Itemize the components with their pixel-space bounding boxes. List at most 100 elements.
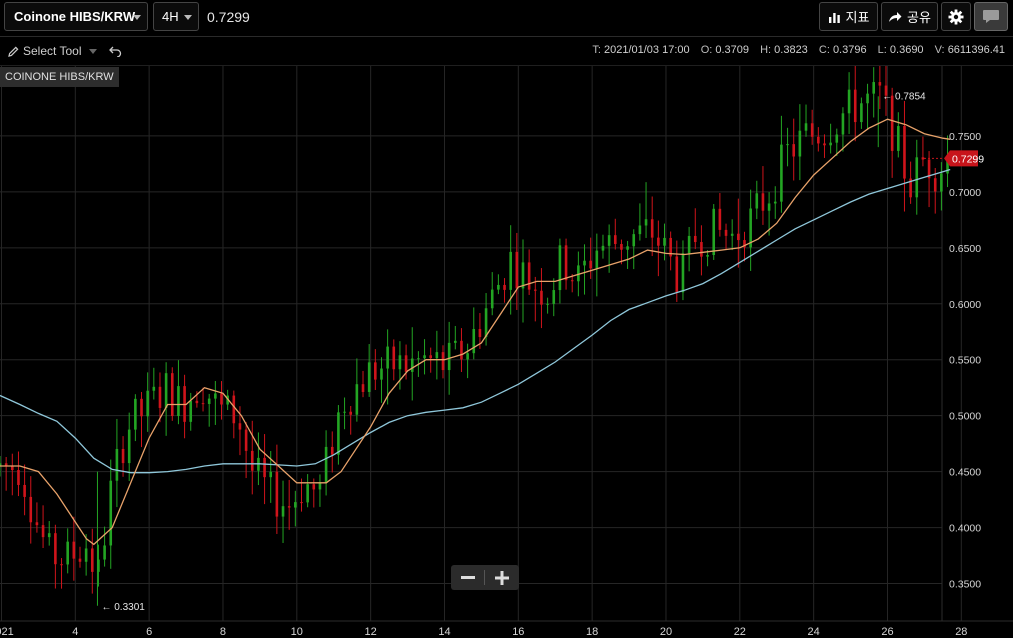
undo-icon[interactable] — [109, 45, 122, 57]
price-annotation: ← 0.7854 — [882, 91, 926, 102]
candle-body — [330, 446, 334, 455]
x-tick-label: 8 — [220, 626, 226, 638]
candle-body — [755, 193, 759, 209]
ohlc-l-value: 0.3690 — [889, 44, 924, 56]
last-price: 0.7299 — [207, 9, 250, 25]
candle-body — [712, 208, 716, 256]
candle-body — [823, 143, 826, 146]
candle-body — [915, 157, 919, 198]
candle-body — [533, 289, 537, 291]
candle-body — [786, 144, 789, 146]
x-tick-label: 28 — [955, 626, 967, 638]
candle-body — [54, 533, 57, 565]
candle-body — [540, 290, 543, 305]
candle-body — [78, 558, 82, 562]
y-tick-label: 0.5500 — [949, 355, 981, 367]
candle-body — [829, 142, 832, 146]
candle-body — [404, 355, 408, 372]
ohlc-o-label: O: — [700, 44, 713, 56]
minus-icon — [460, 575, 475, 579]
candle-body — [220, 393, 223, 405]
candle-body — [940, 173, 943, 192]
candle-body — [392, 346, 396, 370]
candle-body — [158, 386, 162, 408]
top-toolbar: Coinone HIBS/KRW 4H 0.7299 지표 공유 — [0, 0, 1013, 37]
x-tick-label: 12 — [365, 626, 377, 638]
candle-body — [687, 235, 691, 254]
chevron-down-icon — [184, 15, 192, 20]
share-button[interactable]: 공유 — [881, 2, 938, 31]
candle-body — [41, 525, 45, 538]
candle-body — [300, 502, 303, 504]
pencil-icon — [8, 46, 19, 57]
candle-body — [367, 362, 371, 392]
y-tick-label: 0.7000 — [949, 187, 981, 199]
candle-body — [47, 533, 51, 538]
series-legend-tag: COINONE HIBS/KRW — [0, 67, 119, 87]
candle-body — [620, 244, 623, 250]
candle-body — [872, 82, 876, 94]
indicators-button[interactable]: 지표 — [819, 2, 878, 31]
candle-body — [410, 358, 414, 372]
symbol-selector[interactable]: Coinone HIBS/KRW — [4, 2, 148, 31]
x-tick-label: 2021 — [0, 626, 14, 638]
candle-body — [361, 384, 365, 392]
candle-body — [134, 398, 137, 430]
ohlc-readout: T: 2021/01/03 17:00 O: 0.3709 H: 0.3823 … — [584, 44, 1005, 56]
candle-body — [337, 412, 340, 455]
share-arrow-icon — [889, 11, 902, 22]
candle-body — [17, 470, 20, 485]
candle-body — [847, 89, 851, 114]
candle-body — [127, 429, 131, 464]
candle-body — [589, 260, 592, 269]
ohlc-c-value: 0.3796 — [832, 44, 867, 56]
candle-body — [638, 225, 642, 235]
candle-body — [152, 386, 156, 391]
price-chart[interactable]: ← 0.7854 ← 0.3301 0.7500 0.7000 0.6500 0.6000… — [0, 66, 1013, 638]
candle-body — [509, 251, 512, 290]
candle-body — [626, 246, 629, 250]
candle-body — [595, 250, 599, 269]
candle-body — [527, 262, 531, 290]
x-tick-label: 6 — [146, 626, 152, 638]
x-tick-label: 18 — [586, 626, 598, 638]
candle-body — [737, 233, 740, 241]
interval-selector[interactable]: 4H — [153, 2, 199, 31]
candle-body — [903, 126, 906, 179]
candle-body — [841, 113, 845, 135]
select-tool-button[interactable]: Select Tool — [8, 44, 122, 58]
candle-body — [632, 234, 636, 247]
candle-body — [792, 144, 796, 157]
candle-body — [866, 93, 869, 104]
settings-button[interactable] — [941, 2, 971, 31]
candle-body — [90, 548, 94, 572]
ohlc-c-label: C: — [818, 44, 830, 56]
candle-body — [817, 136, 820, 144]
candle-body — [681, 253, 685, 293]
zoom-in-button[interactable] — [485, 565, 518, 590]
zoom-out-button[interactable] — [451, 565, 484, 590]
chat-button[interactable] — [974, 2, 1008, 31]
candle-body — [650, 219, 654, 238]
y-tick-label: 0.6500 — [949, 243, 981, 255]
candle-body — [343, 411, 346, 413]
candle-body — [521, 262, 525, 289]
candle-body — [804, 123, 808, 131]
candle-body — [583, 260, 586, 266]
indicators-label: 지표 — [845, 10, 870, 25]
price-annotation: ← 0.3301 — [101, 602, 145, 613]
candle-body — [189, 400, 193, 422]
x-tick-label: 20 — [660, 626, 672, 638]
candle-body — [472, 328, 476, 354]
candle-body — [281, 506, 285, 517]
candle-body — [613, 235, 617, 245]
candle-body — [60, 564, 63, 566]
y-tick-label: 0.7500 — [949, 131, 981, 143]
ma-fast-line — [0, 118, 951, 546]
candle-body — [306, 484, 309, 503]
candle-body — [109, 480, 113, 546]
candle-body — [675, 256, 679, 293]
candle-body — [275, 471, 279, 517]
candle-body — [72, 541, 76, 559]
candle-body — [435, 352, 439, 359]
